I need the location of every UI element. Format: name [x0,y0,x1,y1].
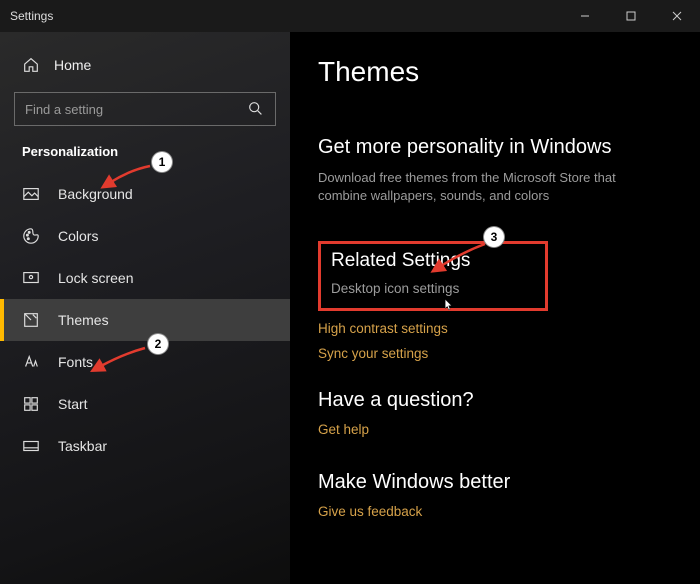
nav-themes[interactable]: Themes [0,299,290,341]
annotation-arrow-3 [435,238,490,277]
window-controls [562,0,700,32]
nav-start[interactable]: Start [0,383,290,425]
sync-settings-link[interactable]: Sync your settings [318,346,672,361]
annotation-badge-1: 1 [152,152,172,172]
feedback-link[interactable]: Give us feedback [318,504,672,519]
nav-label: Colors [58,228,98,244]
home-label: Home [54,57,91,73]
content-pane: Themes Get more personality in Windows D… [290,32,700,584]
annotation-badge-2: 2 [148,334,168,354]
titlebar: Settings [0,0,700,32]
fonts-icon [22,353,40,371]
lockscreen-icon [22,269,40,287]
desktop-icon-settings-link[interactable]: Desktop icon settings [331,281,459,296]
themes-icon [22,311,40,329]
window-title: Settings [10,9,53,23]
settings-window: Settings Home Find a setting Personaliza… [0,0,700,584]
home-nav[interactable]: Home [0,46,290,84]
more-desc: Download free themes from the Microsoft … [318,169,658,205]
nav-label: Taskbar [58,438,107,454]
related-settings-highlight: Related Settings Desktop icon settings [318,241,548,311]
question-heading: Have a question? [318,389,672,412]
nav-lockscreen[interactable]: Lock screen [0,257,290,299]
nav-label: Themes [58,312,109,328]
better-heading: Make Windows better [318,471,672,494]
minimize-button[interactable] [562,0,608,32]
home-icon [22,56,40,74]
related-heading: Related Settings [331,250,535,272]
nav-colors[interactable]: Colors [0,215,290,257]
maximize-button[interactable] [608,0,654,32]
more-heading: Get more personality in Windows [318,136,672,159]
cursor-icon [441,298,455,312]
high-contrast-link[interactable]: High contrast settings [318,321,672,336]
close-button[interactable] [654,0,700,32]
better-section: Make Windows better Give us feedback [318,471,672,519]
picture-icon [22,185,40,203]
annotation-arrow-2 [95,342,150,377]
nav-list: Background Colors Lock screen Themes Fon… [0,173,290,467]
annotation-badge-3: 3 [484,227,504,247]
page-title: Themes [318,56,672,88]
nav-label: Fonts [58,354,93,370]
nav-label: Lock screen [58,270,133,286]
search-input[interactable]: Find a setting [14,92,276,126]
search-icon [247,100,265,118]
palette-icon [22,227,40,245]
question-section: Have a question? Get help [318,389,672,437]
search-placeholder: Find a setting [25,102,103,117]
start-icon [22,395,40,413]
window-body: Home Find a setting Personalization Back… [0,32,700,584]
nav-taskbar[interactable]: Taskbar [0,425,290,467]
get-help-link[interactable]: Get help [318,422,672,437]
annotation-arrow-1 [105,160,155,193]
nav-label: Start [58,396,88,412]
taskbar-icon [22,437,40,455]
sidebar: Home Find a setting Personalization Back… [0,32,290,584]
